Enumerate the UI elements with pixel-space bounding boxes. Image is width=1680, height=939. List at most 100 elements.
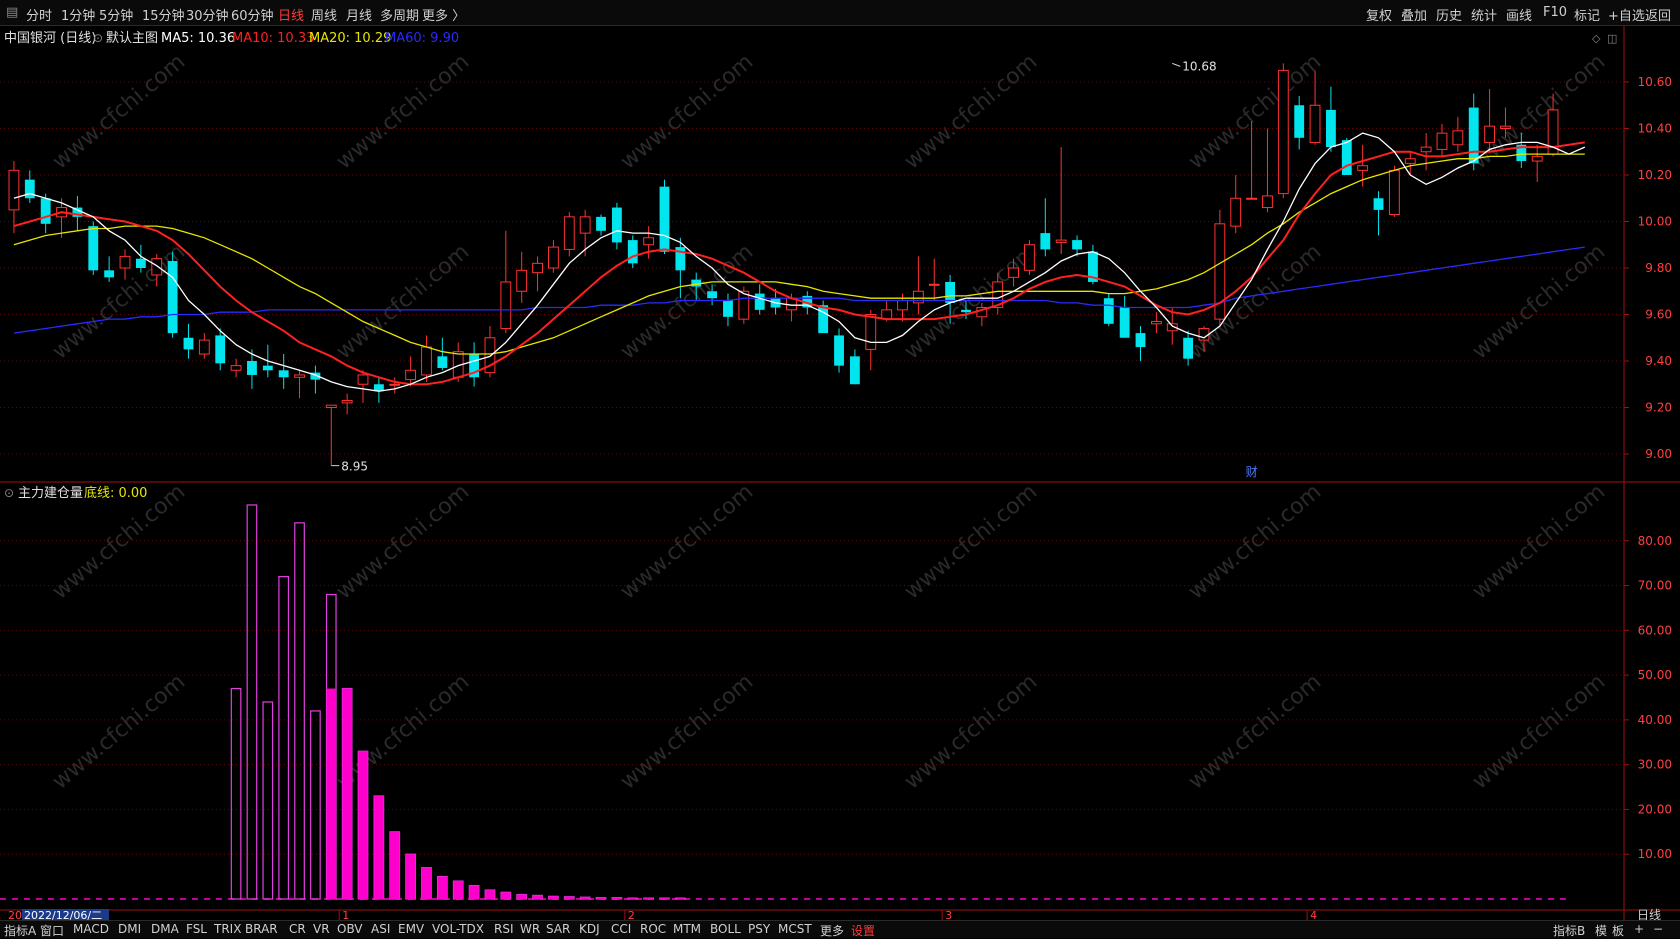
y-tick-label: 9.40: [1645, 354, 1672, 368]
candle-body: [40, 198, 51, 224]
month-label: 2: [628, 909, 635, 920]
indicator-tab-19[interactable]: ROC: [640, 922, 666, 936]
toolbar-action-7[interactable]: +自选: [1608, 5, 1645, 24]
period-tab-6[interactable]: 日线: [278, 5, 304, 24]
indicator-tab-4[interactable]: DMA: [151, 922, 179, 936]
indicator-name: 主力建仓量: [18, 486, 83, 501]
indicator-tab-6[interactable]: TRIX: [214, 922, 241, 936]
right-tab-3[interactable]: +: [1634, 922, 1644, 936]
candle-body: [1420, 146, 1432, 153]
candle-body: [1436, 132, 1448, 150]
toolbar-action-3[interactable]: 统计: [1471, 5, 1497, 24]
indicator-tab-15[interactable]: WR: [520, 922, 540, 936]
y-tick-label: 10.00: [1638, 215, 1672, 229]
down-candle: [1103, 293, 1114, 327]
indicator-tab-3[interactable]: DMI: [118, 922, 141, 936]
candle-body: [24, 179, 35, 199]
candle-body: [754, 293, 765, 310]
indicator-tab-2[interactable]: MACD: [73, 922, 109, 936]
toolbar-action-5[interactable]: F10: [1543, 5, 1567, 20]
candle-body: [500, 281, 512, 329]
candle-body: [357, 374, 369, 385]
period-tab-8[interactable]: 月线: [346, 5, 372, 24]
indicator-tab-24[interactable]: 更多: [820, 922, 844, 939]
indicator-filled-bar: [643, 898, 654, 899]
toolbar-action-0[interactable]: 复权: [1366, 5, 1392, 24]
indicator-tab-16[interactable]: SAR: [546, 922, 570, 936]
indicator-tab-22[interactable]: PSY: [748, 922, 770, 936]
indicator-tab-11[interactable]: ASI: [371, 922, 390, 936]
candle-body: [119, 255, 131, 269]
candle-body: [1040, 233, 1051, 250]
indicator-tab-21[interactable]: BOLL: [710, 922, 741, 936]
period-tab-5[interactable]: 60分钟: [231, 5, 274, 24]
toolbar-action-1[interactable]: 叠加: [1401, 5, 1427, 24]
indicator-tab-13[interactable]: VOL-TDX: [432, 922, 484, 936]
period-tab-3[interactable]: 15分钟: [142, 5, 185, 24]
indicator-tab-18[interactable]: CCI: [611, 922, 631, 936]
candle-body: [563, 216, 575, 250]
month-label: 4: [1310, 909, 1317, 920]
right-tab-1[interactable]: 模: [1595, 922, 1607, 939]
indicator-tab-14[interactable]: RSI: [494, 922, 514, 936]
candle-body: [707, 291, 718, 299]
candle-body: [389, 383, 401, 386]
indicator-tab-20[interactable]: MTM: [673, 922, 701, 936]
toolbar-action-6[interactable]: 标记: [1574, 5, 1600, 24]
indicator-tab-7[interactable]: BRAR: [245, 922, 278, 936]
indicator-tab-25[interactable]: 设置: [851, 922, 875, 939]
candle-body: [1183, 337, 1194, 359]
right-tab-2[interactable]: 板: [1612, 922, 1624, 939]
up-candle: [1024, 240, 1035, 275]
y-tick-label: 10.60: [1638, 75, 1672, 89]
template-label: 默认主图: [106, 30, 158, 46]
indicator-tab-12[interactable]: EMV: [398, 922, 424, 936]
indicator-tab-0[interactable]: 指标A: [4, 922, 36, 939]
candle-body: [1294, 105, 1305, 138]
indicator-tab-10[interactable]: OBV: [337, 922, 363, 936]
candle-body: [1388, 169, 1400, 216]
ma10-label: MA10: 10.33: [232, 31, 314, 46]
indicator-tab-1[interactable]: 窗口: [40, 922, 64, 939]
y-tick-label: 9.60: [1645, 308, 1672, 322]
annotation-label: 8.95: [341, 460, 368, 474]
candle-body: [341, 400, 353, 404]
period-tab-1[interactable]: 1分钟: [61, 5, 95, 24]
toolbar-action-4[interactable]: 画线: [1506, 5, 1532, 24]
toolbar-action-8[interactable]: 返回: [1645, 5, 1671, 24]
period-tab-10[interactable]: 更多 〉: [422, 5, 465, 24]
candle-body: [627, 240, 638, 264]
indicator-tab-9[interactable]: VR: [313, 922, 330, 936]
period-tab-2[interactable]: 5分钟: [99, 5, 133, 24]
right-tab-0[interactable]: 指标B: [1553, 922, 1585, 939]
indicator-filled-bar: [628, 898, 638, 899]
indicator-filled-bar: [548, 896, 559, 899]
indicator-tab-8[interactable]: CR: [289, 922, 306, 936]
period-tab-4[interactable]: 30分钟: [186, 5, 229, 24]
candle-body: [611, 207, 622, 243]
period-tab-0[interactable]: 分时: [26, 5, 52, 24]
diamond-icon: ◇: [1592, 32, 1601, 45]
period-tab-9[interactable]: 多周期: [380, 5, 419, 24]
indicator-tab-5[interactable]: FSL: [186, 922, 207, 936]
period-tab-7[interactable]: 周线: [311, 5, 337, 24]
indicator-filled-bar: [596, 897, 606, 899]
candle-body: [1373, 198, 1384, 210]
candle-body: [1500, 125, 1511, 130]
toolbar-action-2[interactable]: 历史: [1436, 5, 1462, 24]
candle-body: [1103, 298, 1114, 324]
y-tick-label: 10.20: [1638, 168, 1672, 182]
candle-body: [1468, 107, 1479, 164]
candle-body: [325, 404, 337, 408]
candle-body: [849, 356, 860, 385]
right-tab-4[interactable]: −: [1653, 922, 1663, 936]
indicator-filled-bar: [437, 876, 448, 899]
indicator-y-tick-label: 20.00: [1638, 802, 1672, 816]
window-menu-icon[interactable]: ▤: [6, 5, 18, 20]
down-candle: [659, 179, 670, 255]
ma20-label: MA20: 10.29: [309, 31, 391, 46]
indicator-tab-17[interactable]: KDJ: [579, 922, 600, 936]
indicator-tab-23[interactable]: MCST: [778, 922, 812, 936]
down-candle: [611, 202, 622, 250]
candle-body: [1326, 109, 1336, 148]
